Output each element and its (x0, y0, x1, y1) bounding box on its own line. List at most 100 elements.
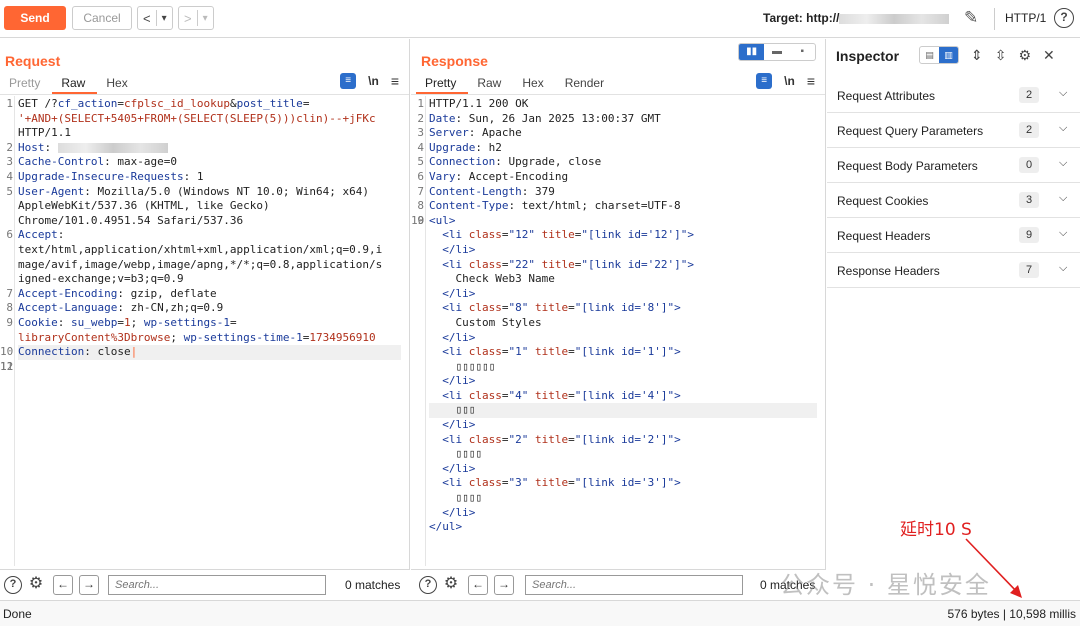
code-token: = (568, 432, 575, 446)
inspector-list-icon[interactable]: ▤ (920, 47, 939, 63)
code-token: Host (18, 140, 45, 154)
line-number: 12 (0, 359, 14, 373)
code-token: </li> (442, 242, 476, 256)
code-token: = (501, 388, 509, 402)
code-token: ▯▯▯ (429, 403, 476, 417)
inspector-section-label: Response Headers (837, 264, 940, 278)
chevron-down-icon[interactable]: ⌵ (1059, 192, 1067, 205)
close-icon[interactable]: ✕ (1043, 47, 1055, 64)
help-icon[interactable]: ? (419, 576, 437, 594)
layout-stacked-icon[interactable]: ▬ (764, 44, 789, 60)
collapse-all-icon[interactable]: ⇳ (995, 47, 1007, 64)
response-editor[interactable]: 1 HTTP/1.1 200 OK 2 Date: Sun, 26 Jan 2025 … (411, 96, 825, 566)
code-line: 3 Cache-Control: max-age=0 (6, 155, 401, 170)
chevron-down-icon[interactable]: ⌵ (1059, 122, 1067, 135)
send-button[interactable]: Send (4, 6, 66, 30)
code-token: Accept (18, 228, 58, 242)
layout-tabbed-icon[interactable]: ▪ (790, 44, 815, 60)
target-label[interactable]: Target: http:// (763, 11, 950, 25)
inspector-section[interactable]: Response Headers 7 ⌵ (827, 253, 1080, 288)
code-token: Content-Length (429, 184, 522, 198)
newline-toggle-icon[interactable]: \n (368, 74, 379, 88)
code-token: "[link id='12']" (581, 228, 688, 242)
code-line: 10 Connection: close| (0, 345, 401, 360)
code-token: = (501, 301, 509, 315)
request-editor[interactable]: 1 GET /?cf_action=cfplsc_id_lookup&post_t… (0, 96, 409, 566)
forward-arrow-icon[interactable]: > (179, 11, 197, 26)
code-token: title (528, 345, 569, 359)
tab-raw[interactable]: Raw (468, 71, 513, 94)
code-token: ▯▯▯▯ (429, 447, 482, 461)
tab-hex[interactable]: Hex (97, 71, 139, 94)
inspector-section[interactable]: Request Cookies 3 ⌵ (827, 183, 1080, 218)
inspector-panel-icon[interactable]: ▥ (939, 47, 958, 63)
code-token: '+AND+(SELECT+5405+FROM+(SELECT(SLEEP(5)… (18, 111, 376, 125)
layout-toggle[interactable]: ▮▮ ▬ ▪ (738, 43, 816, 61)
newline-toggle-icon[interactable]: \n (784, 74, 795, 88)
code-token: : Apache (468, 126, 522, 140)
chevron-down-icon[interactable]: ⌵ (1059, 157, 1067, 170)
code-token: = (117, 315, 124, 329)
code-token: "[link id='22']" (581, 257, 688, 271)
code-line: 8 Content-Type: text/html; charset=UTF-8 (417, 199, 817, 214)
code-token: "[link id='3']" (574, 476, 675, 490)
previous-match-button[interactable]: ← (53, 575, 73, 595)
help-icon[interactable]: ? (1054, 8, 1074, 28)
code-line: 6 Vary: Accept-Encoding (417, 170, 817, 185)
gear-icon[interactable]: ⚙ (1018, 47, 1031, 64)
gear-icon[interactable]: ⚙ (27, 576, 45, 594)
tab-raw[interactable]: Raw (52, 71, 98, 94)
code-line: <li class="1" title="[link id='1']"> (429, 345, 817, 360)
inspector-section[interactable]: Request Query Parameters 2 ⌵ (827, 113, 1080, 148)
code-token: = (568, 345, 575, 359)
wrap-lines-icon[interactable]: ≡ (340, 73, 357, 89)
line-number: 3 (6, 155, 13, 169)
line-number: 4 (417, 140, 424, 154)
expand-all-icon[interactable]: ⇕ (971, 47, 983, 64)
back-arrow-icon[interactable]: < (138, 11, 156, 26)
inspector-section[interactable]: Request Body Parameters 0 ⌵ (827, 148, 1080, 183)
tab-pretty[interactable]: Pretty (416, 71, 469, 94)
back-nav-group: < ▾ (137, 6, 173, 30)
help-icon[interactable]: ? (4, 576, 22, 594)
cancel-button[interactable]: Cancel (72, 6, 132, 30)
pencil-icon[interactable]: ✎ (964, 8, 978, 28)
tab-hex[interactable]: Hex (513, 71, 555, 94)
response-search-input[interactable] (525, 575, 743, 595)
chevron-down-icon[interactable]: ⌵ (1059, 262, 1067, 275)
next-match-button[interactable]: → (494, 575, 514, 595)
inspector-section[interactable]: Request Attributes 2 ⌵ (827, 78, 1080, 113)
inspector-layout-toggle[interactable]: ▤ ▥ (919, 46, 959, 64)
code-token: 1734956910 (309, 330, 376, 344)
gear-icon[interactable]: ⚙ (442, 576, 460, 594)
previous-match-button[interactable]: ← (468, 575, 488, 595)
code-token: = (501, 345, 509, 359)
code-token: Server (429, 126, 469, 140)
protocol-label[interactable]: HTTP/1 (1005, 11, 1046, 25)
code-line: <li class="4" title="[link id='4']"> (429, 389, 817, 404)
inspector-section-count: 7 (1019, 262, 1039, 278)
wrap-lines-icon[interactable]: ≡ (756, 73, 773, 89)
response-menu-icon[interactable]: ≡ (807, 73, 815, 89)
chevron-down-icon[interactable]: ⌵ (1059, 87, 1067, 100)
tab-pretty[interactable]: Pretty (0, 71, 52, 94)
back-menu-icon[interactable]: ▾ (157, 13, 172, 24)
code-line: </li> (429, 374, 817, 389)
next-match-button[interactable]: → (79, 575, 99, 595)
code-line: </li> (429, 331, 817, 346)
tab-render[interactable]: Render (556, 71, 616, 94)
code-token: title (528, 432, 569, 446)
request-search-input[interactable] (108, 575, 326, 595)
request-menu-icon[interactable]: ≡ (391, 73, 399, 89)
inspector-section[interactable]: Request Headers 9 ⌵ (827, 218, 1080, 253)
code-token: "12" (508, 228, 536, 242)
forward-menu-icon[interactable]: ▾ (198, 13, 213, 24)
code-line: 9 Cookie: su_webp=1; wp-settings-1= (6, 315, 401, 331)
layout-side-by-side-icon[interactable]: ▮▮ (739, 44, 765, 60)
chevron-down-icon[interactable]: ⌵ (1059, 227, 1067, 240)
